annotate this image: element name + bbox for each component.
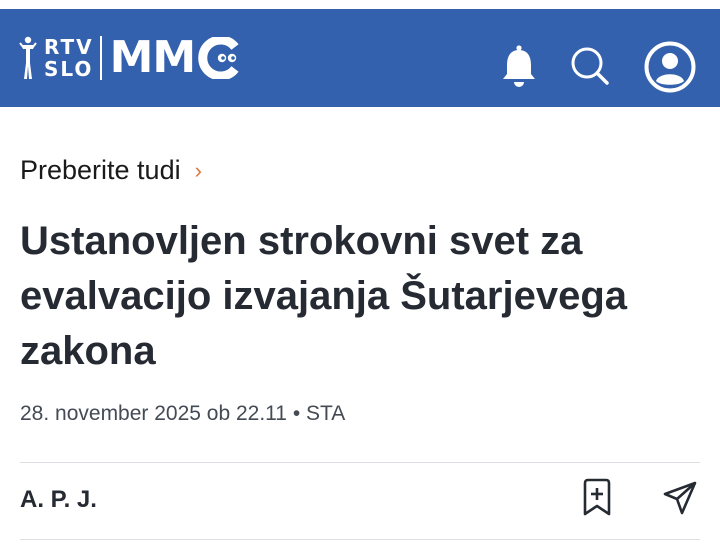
logo-separator: [99, 36, 102, 80]
rtv-text: RTV: [44, 35, 94, 59]
search-icon: [571, 47, 609, 85]
bookmark-add-icon: [583, 478, 611, 516]
rtv-slo-wordmark: RTV SLO: [44, 36, 94, 80]
bookmark-button[interactable]: [578, 477, 616, 517]
share-icon: [663, 481, 697, 515]
mmc-c-eyes-icon: [198, 37, 239, 79]
notifications-button[interactable]: [497, 42, 541, 90]
user-account-icon: [644, 41, 696, 93]
chevron-right-icon: ›: [194, 157, 202, 183]
article-headline: Ustanovljen strokovni svet za evalvacijo…: [20, 219, 628, 373]
divider: [20, 539, 700, 540]
related-articles-label: Preberite tudi: [20, 155, 181, 185]
mmc-wordmark: MM: [110, 33, 240, 83]
rtv-figure-logo-icon: [19, 36, 37, 79]
related-articles-link[interactable]: Preberite tudi ›: [20, 155, 202, 186]
article-author[interactable]: A. P. J.: [20, 486, 97, 514]
user-account-button[interactable]: [642, 39, 698, 95]
mmc-text: MM: [109, 32, 197, 83]
share-button[interactable]: [660, 479, 700, 517]
slo-text: SLO: [44, 57, 94, 81]
search-button[interactable]: [566, 42, 614, 90]
divider: [20, 462, 700, 463]
notification-bell-icon: [503, 45, 535, 87]
top-navigation-bar: RTV SLO MM: [0, 0, 720, 107]
article-date-source: 28. november 2025 ob 22.11 • STA: [20, 402, 346, 425]
rtv-slo-mmc-logo[interactable]: RTV SLO MM: [18, 33, 239, 83]
